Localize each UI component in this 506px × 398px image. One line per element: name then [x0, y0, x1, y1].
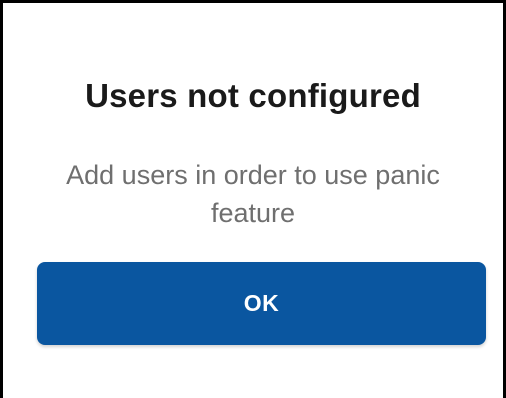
ok-button-label: OK — [243, 290, 280, 316]
alert-dialog: Users not configured Add users in order … — [3, 3, 503, 398]
dialog-message: Add users in order to use panic feature — [66, 160, 440, 228]
screen-frame: Users not configured Add users in order … — [0, 0, 506, 398]
ok-button[interactable]: OK — [37, 262, 486, 345]
dialog-title: Users not configured — [85, 77, 421, 114]
